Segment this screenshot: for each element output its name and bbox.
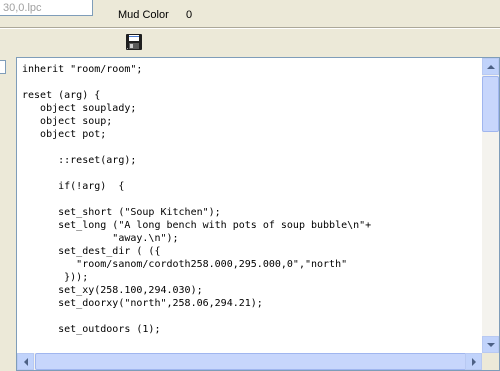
scroll-up-button[interactable]	[482, 58, 499, 75]
horizontal-scrollbar[interactable]	[17, 353, 482, 370]
code-line: }));	[22, 272, 89, 283]
scroll-right-button[interactable]	[465, 353, 482, 370]
code-line: set_outdoors (1);	[22, 324, 161, 335]
code-text[interactable]: inherit "room/room"; reset (arg) { object…	[22, 63, 481, 370]
chevron-down-icon	[486, 342, 495, 347]
code-line: "away.\n");	[22, 233, 179, 244]
left-panel-edge	[0, 60, 6, 74]
chevron-right-icon	[471, 357, 476, 366]
top-toolbar: 30,0.lpc Mud Color 0	[0, 0, 500, 26]
horizontal-scroll-thumb[interactable]	[35, 353, 475, 370]
file-name-field[interactable]: 30,0.lpc	[0, 0, 93, 16]
code-line: set_xy(258.100,294.030);	[22, 285, 203, 296]
save-button[interactable]	[125, 33, 143, 51]
mud-color-value: 0	[186, 9, 193, 21]
code-line: object souplady;	[22, 103, 137, 114]
scroll-down-button[interactable]	[482, 336, 499, 353]
code-line: object soup;	[22, 116, 113, 127]
code-line: object pot;	[22, 129, 107, 140]
code-line: reset (arg) {	[22, 90, 101, 101]
code-line: ::reset(arg);	[22, 155, 137, 166]
code-line: set_doorxy("north",258.06,294.21);	[22, 298, 263, 309]
vertical-scrollbar[interactable]	[482, 58, 499, 353]
scroll-left-button[interactable]	[17, 353, 34, 370]
code-line: set_dest_dir ( ({	[22, 246, 161, 257]
chevron-up-icon	[486, 64, 495, 69]
vertical-scroll-thumb[interactable]	[482, 76, 499, 132]
floppy-disk-icon	[126, 34, 142, 50]
code-editor[interactable]: inherit "room/room"; reset (arg) { object…	[16, 57, 500, 371]
mud-color-label: Mud Color	[118, 9, 169, 21]
code-line: "room/sanom/cordoth258.000,295.000,0","n…	[22, 259, 348, 270]
code-line: inherit "room/room";	[22, 64, 143, 75]
code-line: set_short ("Soup Kitchen");	[22, 207, 221, 218]
scrollbar-corner	[482, 353, 499, 370]
chevron-left-icon	[23, 357, 28, 366]
code-line: if(!arg) {	[22, 181, 125, 192]
code-line: set_long ("A long bench with pots of sou…	[22, 220, 372, 231]
divider-highlight	[0, 28, 500, 29]
